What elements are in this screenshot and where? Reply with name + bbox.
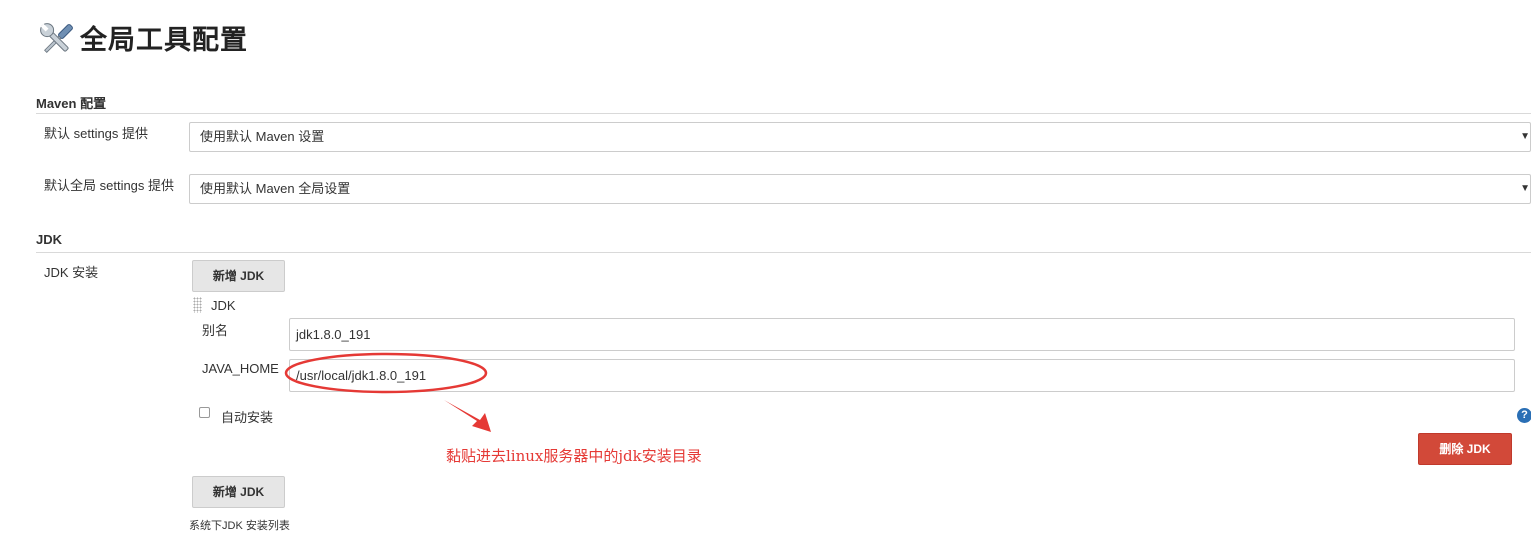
annotation-circle bbox=[284, 352, 488, 394]
annotation-text: 黏贴进去linux服务器中的jdk安装目录 bbox=[446, 447, 702, 465]
annotation-arrow bbox=[444, 400, 491, 432]
annotation-overlay bbox=[284, 352, 491, 432]
